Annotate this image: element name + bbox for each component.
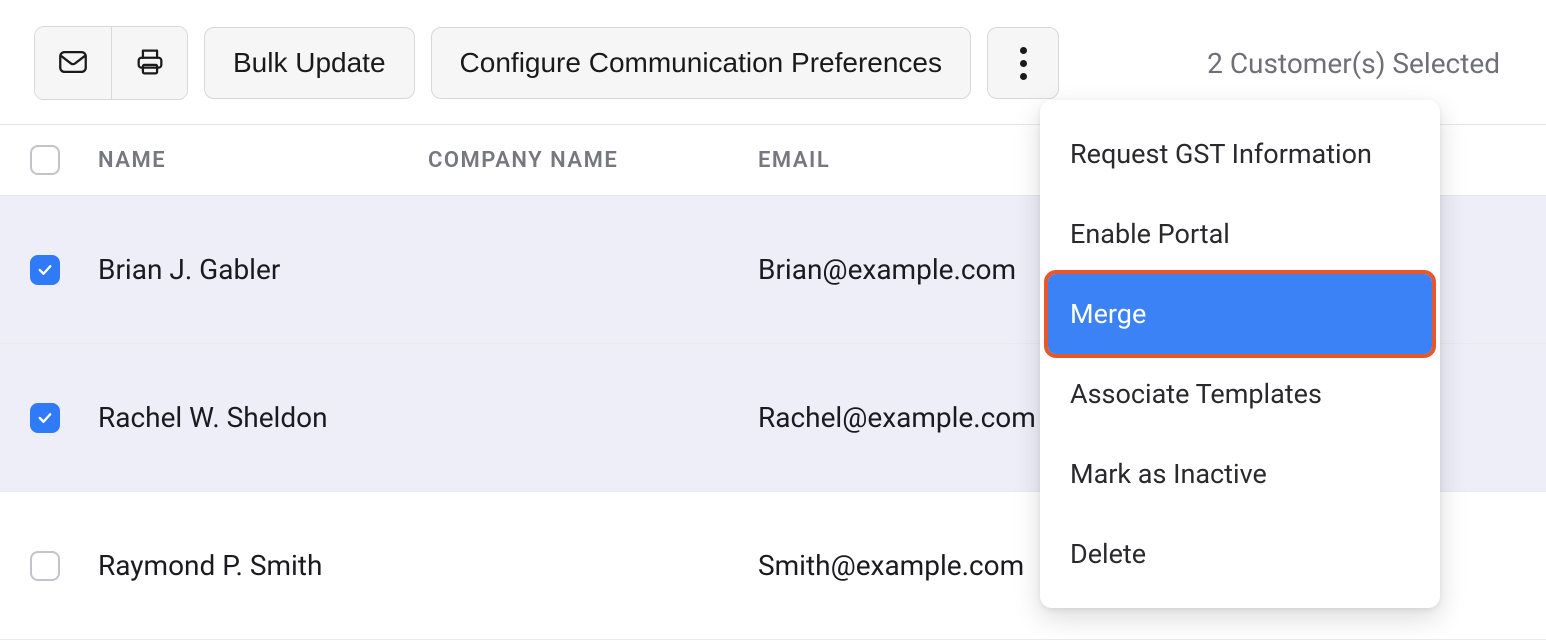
email-button[interactable] — [35, 27, 111, 99]
selection-count-text: 2 Customer(s) Selected — [1207, 47, 1500, 80]
row-checkbox[interactable] — [30, 255, 60, 285]
cell-name: Raymond P. Smith — [98, 549, 428, 582]
menu-item-enable-portal[interactable]: Enable Portal — [1040, 194, 1440, 274]
cell-name: Brian J. Gabler — [98, 253, 428, 286]
column-header-name[interactable]: Name — [98, 148, 428, 173]
menu-item-associate-templates[interactable]: Associate Templates — [1040, 354, 1440, 434]
select-all-checkbox[interactable] — [30, 145, 60, 175]
row-checkbox[interactable] — [30, 403, 60, 433]
menu-item-request-gst[interactable]: Request GST Information — [1040, 114, 1440, 194]
more-actions-button[interactable] — [987, 27, 1059, 99]
print-button[interactable] — [111, 27, 187, 99]
menu-item-delete[interactable]: Delete — [1040, 514, 1440, 594]
configure-communication-preferences-button[interactable]: Configure Communication Preferences — [431, 27, 971, 99]
printer-icon — [133, 45, 167, 82]
mail-icon — [56, 45, 90, 82]
row-checkbox[interactable] — [30, 551, 60, 581]
icon-button-group — [34, 26, 188, 100]
cell-name: Rachel W. Sheldon — [98, 401, 428, 434]
bulk-update-button[interactable]: Bulk Update — [204, 27, 415, 99]
more-vertical-icon — [1020, 47, 1027, 80]
column-header-company[interactable]: Company Name — [428, 148, 758, 173]
menu-item-mark-inactive[interactable]: Mark as Inactive — [1040, 434, 1440, 514]
menu-item-merge[interactable]: Merge — [1048, 274, 1432, 354]
more-actions-menu: Request GST Information Enable Portal Me… — [1040, 100, 1440, 608]
